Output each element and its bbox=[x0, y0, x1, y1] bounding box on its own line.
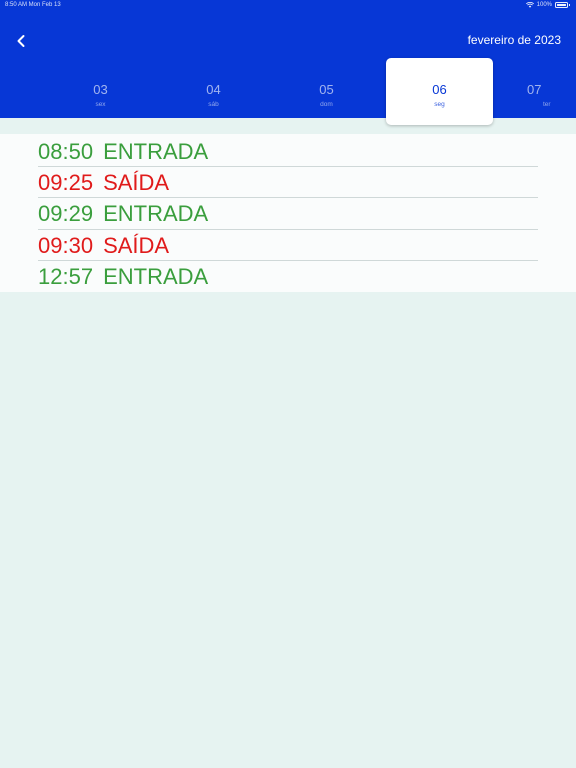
list-item[interactable]: 12:57 ENTRADA bbox=[38, 261, 538, 292]
entry-type: ENTRADA bbox=[103, 263, 209, 289]
month-title: fevereiro de 2023 bbox=[467, 33, 561, 47]
back-button[interactable] bbox=[10, 30, 32, 52]
list-item[interactable]: 09:30 SAÍDA bbox=[38, 230, 538, 261]
entry-type: ENTRADA bbox=[103, 200, 209, 226]
day-number: 07 bbox=[527, 82, 542, 97]
day-weekday: seg bbox=[434, 101, 445, 108]
day-05[interactable]: 05 dom bbox=[273, 58, 380, 125]
status-right: 100% bbox=[525, 2, 570, 8]
entry-type: ENTRADA bbox=[103, 138, 209, 164]
status-bar: 8:50 AM Mon Feb 13 100% bbox=[0, 0, 576, 12]
day-weekday: dom bbox=[320, 101, 333, 108]
day-04[interactable]: 04 sáb bbox=[160, 58, 267, 125]
day-03[interactable]: 03 sex bbox=[47, 58, 154, 125]
status-time-date: 8:50 AM Mon Feb 13 bbox=[5, 2, 61, 8]
battery-percent: 100% bbox=[536, 2, 552, 8]
entry-time: 09:29 bbox=[38, 200, 94, 226]
day-number: 06 bbox=[432, 82, 447, 97]
day-number: 04 bbox=[206, 82, 221, 97]
day-number: 03 bbox=[93, 82, 108, 97]
chevron-left-icon bbox=[17, 35, 25, 47]
list-item[interactable]: 09:29 ENTRADA bbox=[38, 198, 538, 229]
entry-type: SAÍDA bbox=[103, 169, 170, 195]
battery-icon bbox=[555, 2, 570, 8]
entry-time: 08:50 bbox=[38, 138, 94, 164]
entry-time: 09:30 bbox=[38, 232, 94, 258]
entry-time: 09:25 bbox=[38, 169, 94, 195]
punch-list: 08:50 ENTRADA 09:25 SAÍDA 09:29 ENTRADA … bbox=[0, 134, 576, 292]
day-weekday: sex bbox=[95, 101, 106, 108]
day-weekday: sáb bbox=[208, 101, 219, 108]
day-06-selected[interactable]: 06 seg bbox=[386, 58, 493, 125]
day-selector: 03 sex 04 sáb 05 dom 06 seg 07 ter bbox=[0, 58, 576, 126]
day-07[interactable]: 07 ter bbox=[499, 58, 576, 125]
day-number: 05 bbox=[319, 82, 334, 97]
list-item[interactable]: 08:50 ENTRADA bbox=[38, 136, 538, 167]
day-weekday: ter bbox=[543, 101, 551, 108]
entry-time: 12:57 bbox=[38, 263, 94, 289]
wifi-icon bbox=[525, 2, 534, 8]
entry-type: SAÍDA bbox=[103, 232, 170, 258]
list-item[interactable]: 09:25 SAÍDA bbox=[38, 167, 538, 198]
